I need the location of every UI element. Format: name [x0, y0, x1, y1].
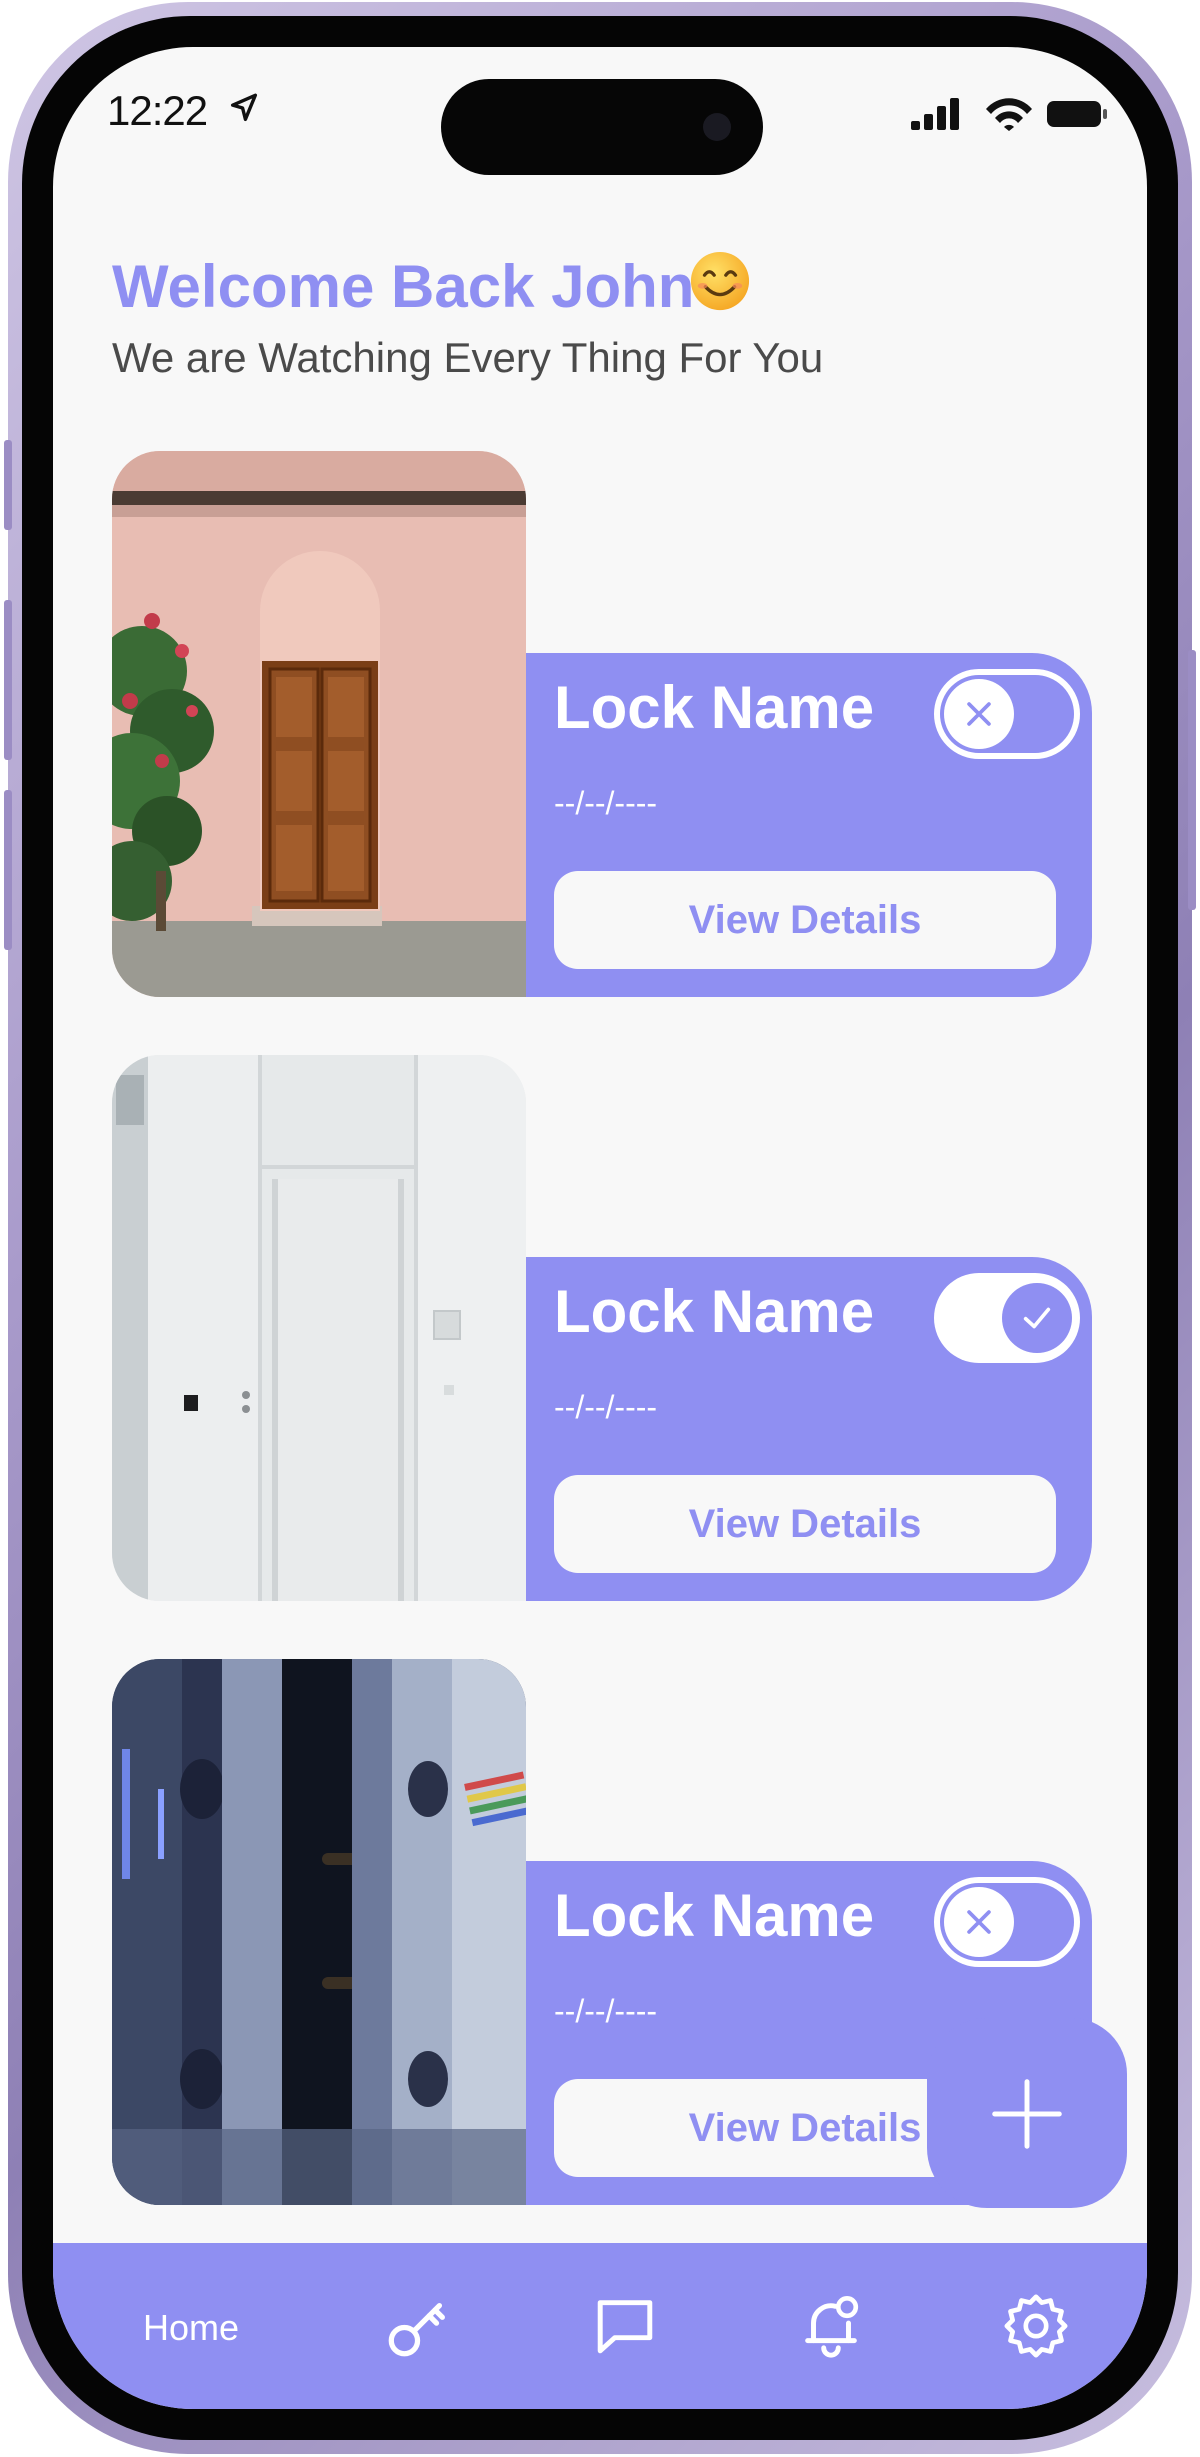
location-arrow-icon: [230, 93, 258, 122]
lock-toggle[interactable]: [934, 1273, 1080, 1363]
app-screen: 12:22 Welcome Back John We are Watching …: [53, 47, 1147, 2409]
lock-photo: [112, 1659, 526, 2205]
plus-icon: [992, 2079, 1062, 2149]
toggle-knob: [944, 1887, 1014, 1957]
lock-photo: [112, 1055, 526, 1601]
lock-toggle[interactable]: [934, 669, 1080, 759]
lock-date: --/--/----: [554, 785, 658, 821]
lock-info-panel: Lock Name --/--/---- View Details: [526, 653, 1092, 997]
close-icon: [967, 702, 991, 726]
door-photo-image: [112, 1055, 526, 1601]
smile-emoji-icon: [690, 251, 750, 311]
check-icon: [1023, 1307, 1051, 1329]
toggle-knob: [1002, 1283, 1072, 1353]
side-button: [4, 440, 12, 530]
door-photo-image: [112, 451, 526, 997]
lock-info-panel: Lock Name --/--/---- View Details: [526, 1257, 1092, 1601]
page-subtitle: We are Watching Every Thing For You: [112, 334, 824, 381]
lock-date: --/--/----: [554, 1389, 658, 1425]
toggle-knob: [944, 679, 1014, 749]
door-photo-image: [112, 1659, 526, 2205]
lock-photo: [112, 451, 526, 997]
close-icon: [967, 1910, 991, 1934]
status-icons: [911, 98, 1107, 131]
view-details-button[interactable]: View Details: [554, 1475, 1056, 1573]
chat-icon[interactable]: [590, 2291, 660, 2361]
lock-card: Lock Name --/--/---- View Details: [112, 451, 1092, 997]
lock-name: Lock Name: [554, 674, 875, 741]
volume-down-button: [4, 790, 12, 950]
volume-up-button: [4, 600, 12, 760]
bell-icon[interactable]: [796, 2291, 866, 2361]
camera-dot: [703, 113, 731, 141]
lock-card: Lock Name --/--/---- View Details: [112, 1055, 1092, 1601]
wifi-icon: [986, 98, 1032, 131]
lock-date: --/--/----: [554, 1993, 658, 2029]
add-lock-button[interactable]: [927, 2018, 1127, 2208]
bottom-nav: Home: [53, 2243, 1147, 2409]
lock-toggle[interactable]: [934, 1877, 1080, 1967]
lock-name: Lock Name: [554, 1278, 875, 1345]
nav-item-home[interactable]: Home: [143, 2307, 239, 2349]
page-title: Welcome Back John: [112, 253, 695, 320]
gear-icon[interactable]: [1001, 2291, 1071, 2361]
lock-name: Lock Name: [554, 1882, 875, 1949]
dynamic-island: [441, 79, 763, 175]
key-icon[interactable]: [384, 2291, 454, 2361]
battery-icon: [1047, 101, 1107, 127]
power-button: [1188, 650, 1196, 910]
status-time: 12:22: [107, 87, 208, 134]
signal-icon: [911, 98, 959, 130]
view-details-button[interactable]: View Details: [554, 871, 1056, 969]
